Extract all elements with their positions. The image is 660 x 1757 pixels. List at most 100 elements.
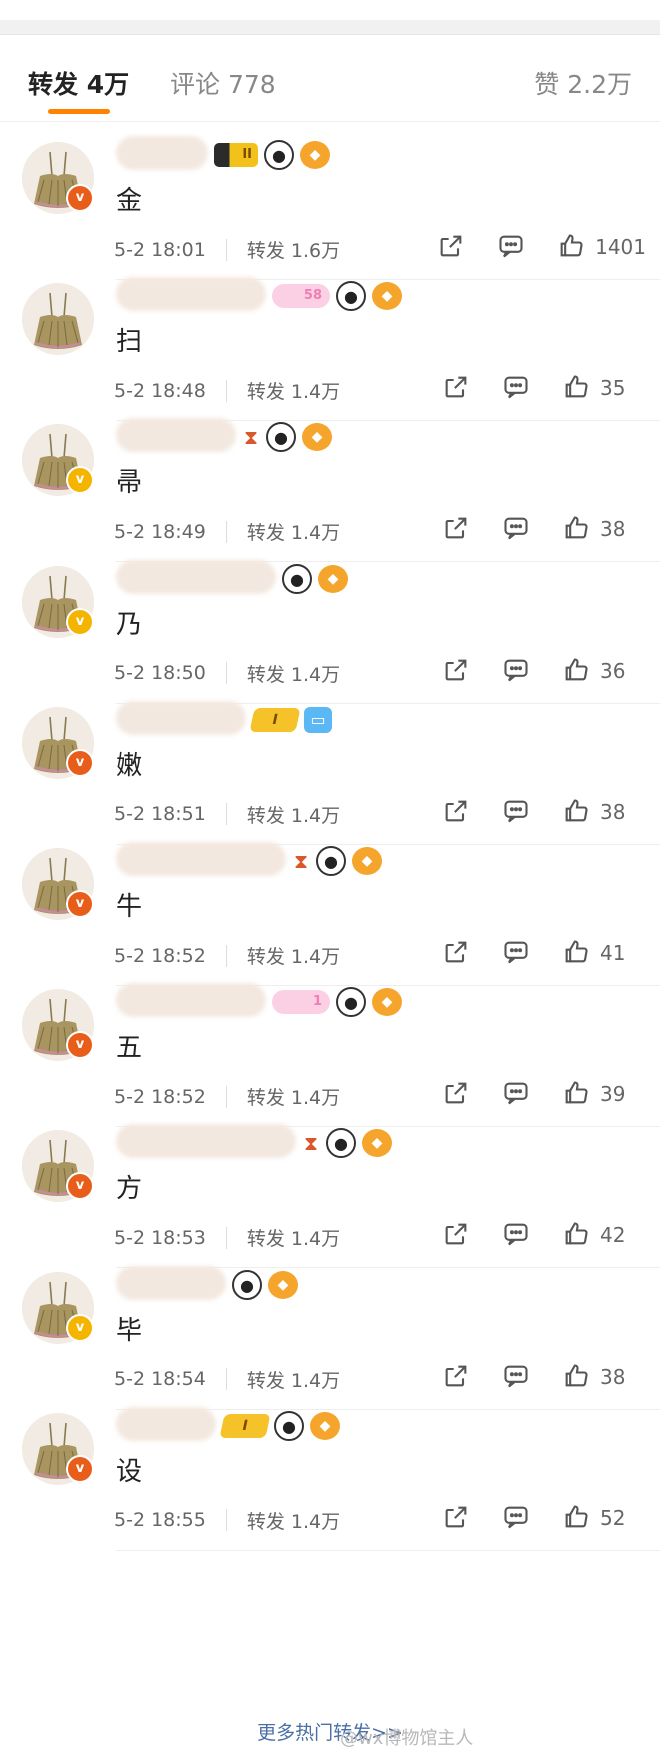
watermark: @wx博物馆主人: [340, 1728, 474, 1749]
gold-member-badge-icon: I: [219, 1413, 271, 1438]
panda-badge-icon: ●: [336, 281, 366, 312]
like-count: 39: [600, 1082, 626, 1107]
like-icon[interactable]: [562, 1503, 592, 1533]
comment-icon[interactable]: [502, 938, 532, 968]
like-icon[interactable]: [562, 656, 592, 686]
username-redacted[interactable]: [116, 1265, 226, 1300]
like-icon[interactable]: [562, 373, 592, 403]
user-badges: I ▭: [249, 705, 332, 735]
tab-likes[interactable]: 赞 2.2万: [534, 65, 632, 101]
repost-meta: 5-2 18:54 转发 1.4万: [114, 1366, 340, 1393]
share-icon[interactable]: [442, 373, 472, 403]
username-redacted[interactable]: [116, 1406, 216, 1441]
like-icon[interactable]: [562, 1362, 592, 1392]
like-icon[interactable]: [562, 1079, 592, 1109]
username-redacted[interactable]: [116, 277, 266, 312]
share-icon[interactable]: [442, 938, 472, 968]
like-icon[interactable]: [562, 514, 592, 544]
repost-count[interactable]: 转发 1.4万: [247, 1507, 340, 1534]
like-icon[interactable]: [562, 797, 592, 827]
repost-count[interactable]: 转发 1.4万: [247, 1083, 340, 1110]
username-redacted[interactable]: [116, 1124, 296, 1159]
repost-count[interactable]: 转发 1.6万: [247, 236, 340, 263]
row-actions: 38: [442, 514, 646, 544]
like-count: 36: [600, 658, 626, 683]
repost-count[interactable]: 转发 1.4万: [247, 942, 340, 969]
user-badges: II ● ◆: [214, 140, 330, 170]
fish-badge-icon: ◆: [310, 1411, 340, 1440]
repost-row[interactable]: v 1 ● ◆ 五 5-2 18:52 转发 1.4万 39: [0, 969, 660, 1128]
more-hot-reposts-link[interactable]: 更多热门转发>>: [0, 1718, 660, 1745]
timestamp: 5-2 18:51: [114, 803, 206, 826]
username-redacted[interactable]: [116, 700, 246, 735]
comment-icon[interactable]: [502, 1362, 532, 1392]
level-badge-icon: 58: [272, 284, 330, 309]
avatar[interactable]: [22, 283, 94, 356]
comment-icon[interactable]: [502, 514, 532, 544]
repost-count[interactable]: 转发 1.4万: [247, 660, 340, 687]
comment-icon[interactable]: [502, 1220, 532, 1250]
row-divider: [116, 1549, 660, 1551]
like-icon[interactable]: [557, 232, 587, 262]
repost-row[interactable]: v ● ◆ 乃 5-2 18:50 转发 1.4万 36: [0, 546, 660, 704]
like-icon[interactable]: [562, 1220, 592, 1250]
repost-count[interactable]: 转发 1.4万: [247, 1224, 340, 1251]
tab-reposts[interactable]: 转发 4万: [28, 65, 129, 101]
verified-badge-icon: v: [66, 1031, 94, 1060]
username-redacted[interactable]: [116, 136, 208, 170]
repost-count[interactable]: 转发 1.4万: [247, 518, 340, 545]
timestamp: 5-2 18:52: [114, 1085, 206, 1108]
comment-icon[interactable]: [497, 232, 527, 262]
share-icon[interactable]: [442, 514, 472, 544]
repost-count[interactable]: 转发 1.4万: [247, 1366, 340, 1393]
repost-row[interactable]: v I ▭ 嫩 5-2 18:51 转发 1.4万 38: [0, 687, 660, 845]
share-icon[interactable]: [442, 797, 472, 827]
username-redacted[interactable]: [116, 983, 266, 1018]
repost-count[interactable]: 转发 1.4万: [247, 377, 340, 404]
comment-icon[interactable]: [502, 1503, 532, 1533]
user-badges: ● ◆: [282, 563, 348, 594]
repost-row[interactable]: v I ● ◆ 设 5-2 18:55 转发 1.4万 52: [0, 1393, 660, 1551]
username-redacted[interactable]: [116, 842, 286, 876]
share-icon[interactable]: [442, 1503, 472, 1533]
timestamp: 5-2 18:49: [114, 520, 206, 543]
repost-comment-text: 金: [116, 186, 143, 216]
panda-badge-icon: ●: [232, 1269, 262, 1300]
timestamp: 5-2 18:53: [114, 1226, 206, 1249]
username-redacted[interactable]: [116, 418, 236, 453]
comment-icon[interactable]: [502, 1079, 532, 1109]
repost-count[interactable]: 转发 1.4万: [247, 801, 340, 828]
repost-meta: 5-2 18:52 转发 1.4万: [114, 942, 340, 969]
panda-badge-icon: ●: [282, 563, 312, 594]
share-icon[interactable]: [442, 1079, 472, 1109]
meta-divider: [225, 1085, 227, 1108]
like-count: 35: [600, 376, 626, 401]
like-count: 38: [600, 517, 626, 542]
share-icon[interactable]: [442, 1220, 472, 1250]
share-icon[interactable]: [442, 1362, 472, 1392]
username-redacted[interactable]: [116, 559, 276, 594]
fish-badge-icon: ◆: [302, 423, 332, 452]
like-icon[interactable]: [562, 938, 592, 968]
repost-row[interactable]: v ⧗ ● ◆ 牛 5-2 18:52 转发 1.4万 41: [0, 828, 660, 986]
user-badges: ⧗ ● ◆: [292, 846, 382, 876]
meta-divider: [225, 1509, 227, 1532]
meta-divider: [225, 1226, 227, 1249]
repost-meta: 5-2 18:52 转发 1.4万: [114, 1083, 340, 1110]
comment-icon[interactable]: [502, 373, 532, 403]
user-badges: 1 ● ◆: [272, 987, 402, 1018]
share-icon[interactable]: [437, 232, 467, 262]
user-badges: ⧗ ● ◆: [242, 422, 332, 453]
repost-row[interactable]: v ● ◆ 毕 5-2 18:54 转发 1.4万 38: [0, 1252, 660, 1410]
repost-row[interactable]: v ⧗ ● ◆ 帚 5-2 18:49 转发 1.4万 38: [0, 404, 660, 563]
repost-row[interactable]: v ⧗ ● ◆ 方 5-2 18:53 转发 1.4万 42: [0, 1110, 660, 1269]
repost-row[interactable]: v II ● ◆ 金 5-2 18:01 转发 1.6万 1401: [0, 122, 660, 280]
share-icon[interactable]: [442, 656, 472, 686]
row-actions: 52: [442, 1503, 646, 1533]
repost-row[interactable]: 58 ● ◆ 扫 5-2 18:48 转发 1.4万 35: [0, 263, 660, 422]
tab-comments[interactable]: 评论 778: [170, 65, 276, 101]
user-badges: ● ◆: [232, 1269, 298, 1300]
comment-icon[interactable]: [502, 797, 532, 827]
timestamp: 5-2 18:01: [114, 238, 206, 261]
comment-icon[interactable]: [502, 656, 532, 686]
